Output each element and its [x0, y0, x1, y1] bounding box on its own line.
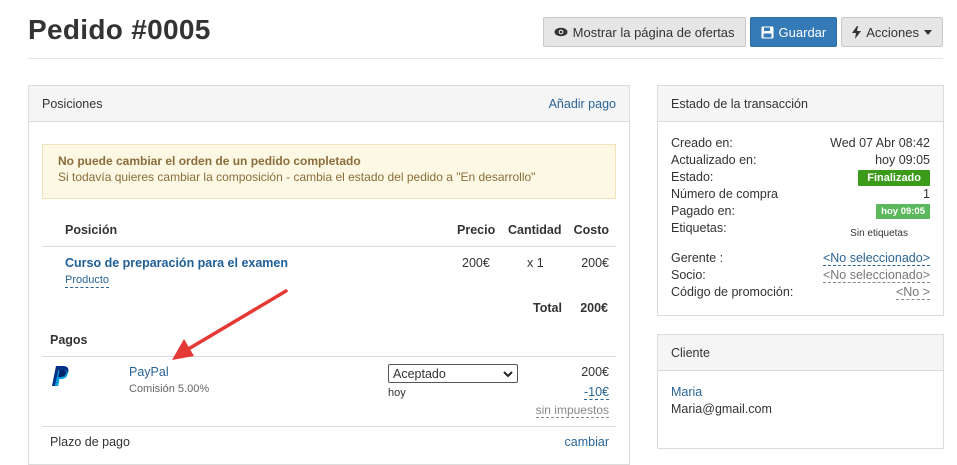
tags-value: Sin etiquetas [850, 228, 908, 239]
page-title: Pedido #0005 [28, 14, 211, 45]
total-value: 200€ [580, 301, 608, 315]
payment-status-value: Aceptado [393, 366, 446, 381]
payment-fee-link[interactable]: -10€ [583, 385, 609, 400]
updated-label: Actualizado en: [671, 153, 757, 167]
chevron-down-icon [503, 367, 513, 381]
column-header-position: Posición [65, 223, 118, 237]
total-label: Total [533, 301, 562, 315]
payment-term-label: Plazo de pago [50, 435, 130, 449]
floppy-disk-icon [761, 26, 774, 39]
warning-title: No puede cambiar el orden de un pedido c… [58, 154, 361, 168]
product-type-link[interactable]: Producto [65, 274, 110, 288]
created-value: Wed 07 Abr 08:42 [830, 136, 930, 150]
product-name-link[interactable]: Curso de preparación para el examen [65, 256, 288, 270]
tags-label: Etiquetas: [671, 221, 727, 235]
show-offer-page-label: Mostrar la página de ofertas [572, 24, 735, 40]
add-payment-link[interactable]: Añadir pago [549, 97, 616, 111]
paypal-logo-icon [50, 365, 70, 392]
show-offer-page-button[interactable]: Mostrar la página de ofertas [542, 17, 746, 47]
positions-panel-heading: Posiciones Añadir pago [29, 86, 629, 122]
partner-label: Socio: [671, 268, 706, 282]
row-price: 200€ [462, 256, 490, 270]
column-header-cost: Costo [573, 223, 609, 237]
transaction-status-panel: Estado de la transacción Creado en: Wed … [657, 85, 944, 316]
manager-label: Gerente : [671, 251, 724, 265]
completed-order-warning: No puede cambiar el orden de un pedido c… [42, 144, 616, 199]
client-panel-heading: Cliente [658, 335, 943, 371]
promo-select-link[interactable]: <No > [895, 285, 930, 300]
save-button[interactable]: Guardar [749, 17, 838, 47]
promo-label: Código de promoción: [671, 285, 794, 299]
positions-panel: Posiciones Añadir pago No puede cambiar … [28, 85, 630, 465]
row-quantity: x 1 [527, 256, 544, 270]
row-cost: 200€ [581, 256, 609, 270]
updated-value: hoy 09:05 [875, 153, 930, 167]
client-email: Maria@gmail.com [671, 402, 772, 416]
status-badge: Finalizado [858, 170, 930, 186]
caret-down-icon [924, 29, 932, 35]
created-label: Creado en: [671, 136, 733, 150]
payment-date: hoy [388, 387, 406, 399]
table-row: Curso de preparación para el examen Prod… [42, 248, 616, 294]
client-name-link[interactable]: Maria [671, 385, 702, 399]
client-panel: Cliente Maria Maria@gmail.com [657, 334, 944, 449]
positions-table-header: Posición Precio Cantidad Costo [42, 213, 616, 247]
transaction-panel-heading: Estado de la transacción [658, 86, 943, 122]
client-panel-title: Cliente [671, 345, 710, 360]
payment-tax-link[interactable]: sin impuestos [535, 403, 609, 418]
purchase-number-value: 1 [923, 187, 930, 201]
payment-row: PayPal Comisión 5.00% Aceptado hoy 200€ … [42, 356, 616, 422]
warning-text: Si todavía quieres cambiar la composició… [58, 170, 536, 184]
header-actions: Mostrar la página de ofertas Guardar Acc… [542, 17, 943, 47]
partner-select-link[interactable]: <No seleccionado> [822, 268, 930, 283]
payment-commission: Comisión 5.00% [129, 383, 210, 395]
column-header-price: Precio [457, 223, 496, 237]
status-label: Estado: [671, 170, 714, 184]
positions-panel-title: Posiciones [42, 96, 103, 111]
transaction-panel-title: Estado de la transacción [671, 96, 808, 111]
actions-label: Acciones [866, 24, 919, 40]
column-header-quantity: Cantidad [508, 223, 562, 237]
payments-title: Pagos [50, 333, 88, 347]
payment-status-select[interactable]: Aceptado [388, 364, 518, 383]
manager-select-link[interactable]: <No seleccionado> [822, 251, 930, 266]
bolt-icon [852, 25, 862, 39]
eye-icon [554, 27, 568, 37]
change-term-link[interactable]: cambiar [565, 435, 609, 449]
purchase-number-label: Número de compra [671, 187, 778, 201]
payment-amount: 200€ [581, 365, 609, 379]
paid-label: Pagado en: [671, 204, 735, 218]
actions-dropdown-button[interactable]: Acciones [841, 17, 943, 47]
header-divider [28, 58, 943, 59]
payment-method-link[interactable]: PayPal [129, 365, 169, 379]
save-label: Guardar [778, 24, 827, 40]
paid-badge: hoy 09:05 [876, 204, 930, 219]
payment-term-row: Plazo de pago cambiar [42, 426, 616, 456]
